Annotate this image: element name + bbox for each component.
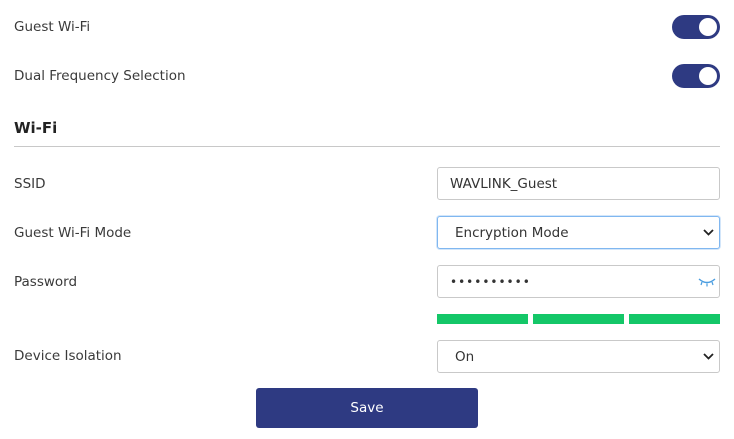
chevron-down-icon	[697, 229, 719, 236]
toggle-knob	[699, 67, 717, 85]
strength-segment-3	[629, 314, 720, 324]
ssid-value: WAVLINK_Guest	[450, 175, 558, 192]
ssid-input[interactable]: WAVLINK_Guest	[437, 167, 720, 200]
toggle-knob	[699, 18, 717, 36]
isolation-select[interactable]: On	[437, 340, 720, 373]
dual-frequency-row: Dual Frequency Selection	[14, 63, 720, 89]
guest-wifi-label: Guest Wi-Fi	[14, 19, 91, 35]
eye-closed-icon[interactable]	[695, 277, 719, 287]
dual-frequency-toggle[interactable]	[672, 64, 720, 88]
password-input[interactable]: ••••••••••	[437, 265, 720, 298]
isolation-value: On	[455, 348, 475, 365]
guest-wifi-toggle[interactable]	[672, 15, 720, 39]
strength-segment-2	[533, 314, 624, 324]
save-button[interactable]: Save	[256, 388, 478, 428]
section-divider	[14, 146, 720, 147]
password-label: Password	[14, 274, 78, 290]
mode-label: Guest Wi-Fi Mode	[14, 225, 132, 241]
chevron-down-icon	[697, 353, 719, 360]
password-value: ••••••••••	[450, 274, 531, 289]
mode-select[interactable]: Encryption Mode	[437, 216, 720, 249]
strength-segment-1	[437, 314, 528, 324]
dual-frequency-label: Dual Frequency Selection	[14, 68, 186, 84]
section-title: Wi-Fi	[14, 119, 58, 137]
ssid-label: SSID	[14, 176, 46, 192]
mode-value: Encryption Mode	[455, 224, 569, 241]
isolation-label: Device Isolation	[14, 348, 122, 364]
guest-wifi-row: Guest Wi-Fi	[14, 14, 720, 40]
